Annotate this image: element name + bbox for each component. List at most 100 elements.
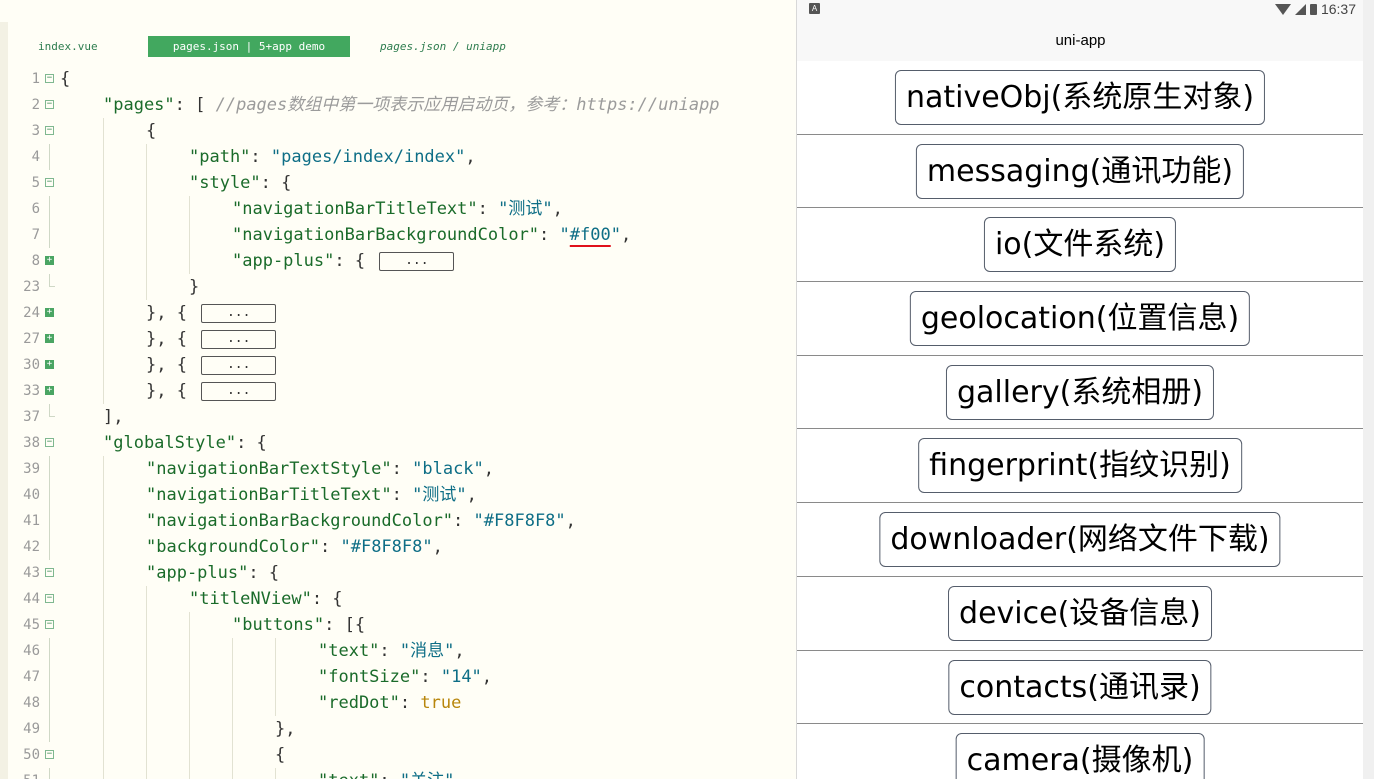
indent-guide bbox=[189, 664, 232, 690]
tab-index-vue[interactable]: index.vue bbox=[38, 36, 98, 57]
punctuation: : bbox=[399, 693, 421, 713]
collapse-icon[interactable]: − bbox=[45, 126, 54, 135]
api-button[interactable]: camera(摄像机) bbox=[955, 733, 1205, 779]
line-number: 5 bbox=[31, 175, 40, 191]
indent-guide bbox=[60, 352, 103, 378]
expand-icon[interactable]: + bbox=[45, 334, 54, 343]
code-text: "app-plus": { ... bbox=[60, 248, 455, 274]
indent-guide bbox=[189, 196, 232, 222]
indent-guide bbox=[60, 378, 103, 404]
code-line[interactable]: 44− "titleNView": { bbox=[8, 586, 796, 612]
punctuation: : { bbox=[260, 173, 292, 193]
code-area[interactable]: 1−{2− "pages": [ //pages数组中第一项表示应用启动页，参考：… bbox=[8, 66, 796, 779]
indent-guide bbox=[103, 508, 146, 534]
code-line[interactable]: 33 +}, { ... bbox=[8, 378, 796, 404]
code-line[interactable]: 5− "style": { bbox=[8, 170, 796, 196]
editor-left-edge bbox=[0, 22, 8, 779]
line-number: 4 bbox=[31, 149, 40, 165]
collapse-icon[interactable]: − bbox=[45, 594, 54, 603]
code-line[interactable]: 7 "navigationBarBackgroundColor": "#f00", bbox=[8, 222, 796, 248]
api-button[interactable]: gallery(系统相册) bbox=[945, 364, 1215, 420]
indent-guide bbox=[60, 560, 103, 586]
code-line[interactable]: 49}, bbox=[8, 716, 796, 742]
indent-guide bbox=[60, 508, 103, 534]
collapse-icon[interactable]: − bbox=[45, 100, 54, 109]
code-line[interactable]: 4 "path": "pages/index/index", bbox=[8, 144, 796, 170]
indent-guide bbox=[232, 716, 275, 742]
code-text: "navigationBarBackgroundColor": "#F8F8F8… bbox=[60, 508, 576, 534]
punctuation: : [{ bbox=[324, 615, 366, 635]
api-button[interactable]: io(文件系统) bbox=[983, 217, 1177, 273]
code-editor[interactable]: index.vue pages.json | 5+app demo pages.… bbox=[0, 0, 796, 779]
json-key: "redDot" bbox=[318, 693, 400, 713]
code-text: }, { ... bbox=[60, 378, 277, 404]
punctuation: : bbox=[420, 667, 441, 687]
indent-guide bbox=[103, 378, 146, 404]
api-button[interactable]: fingerprint(指纹识别) bbox=[918, 438, 1242, 494]
punctuation: , bbox=[454, 641, 465, 661]
expand-icon[interactable]: + bbox=[45, 308, 54, 317]
json-string: "#F8F8F8" bbox=[340, 537, 433, 557]
punctuation: : { bbox=[248, 563, 280, 583]
collapsed-block[interactable]: ... bbox=[201, 329, 277, 349]
expand-icon[interactable]: + bbox=[45, 386, 54, 395]
code-line[interactable]: 45− "buttons": [{ bbox=[8, 612, 796, 638]
api-button[interactable]: downloader(网络文件下载) bbox=[879, 512, 1281, 568]
collapse-icon[interactable]: − bbox=[45, 178, 54, 187]
line-number: 37 bbox=[23, 409, 40, 425]
code-line[interactable]: 2− "pages": [ //pages数组中第一项表示应用启动页，参考：htt… bbox=[8, 92, 796, 118]
tab-pages-json-active[interactable]: pages.json | 5+app demo bbox=[148, 36, 350, 57]
indent-guide bbox=[146, 638, 189, 664]
api-button[interactable]: nativeObj(系统原生对象) bbox=[894, 70, 1266, 125]
indent-guide bbox=[146, 690, 189, 716]
code-line[interactable]: 41 "navigationBarBackgroundColor": "#F8F8… bbox=[8, 508, 796, 534]
code-line[interactable]: 51 "text": "关注" bbox=[8, 768, 796, 779]
indent-guide bbox=[60, 482, 103, 508]
collapsed-block[interactable]: ... bbox=[201, 355, 277, 375]
code-line[interactable]: 38− "globalStyle": { bbox=[8, 430, 796, 456]
code-line[interactable]: 39 "navigationBarTextStyle": "black", bbox=[8, 456, 796, 482]
code-line[interactable]: 6 "navigationBarTitleText": "测试", bbox=[8, 196, 796, 222]
code-line[interactable]: 30 +}, { ... bbox=[8, 352, 796, 378]
fold-guide bbox=[49, 664, 50, 690]
json-key: "style" bbox=[189, 173, 261, 193]
expand-icon[interactable]: + bbox=[45, 360, 54, 369]
code-line[interactable]: 47 "fontSize": "14", bbox=[8, 664, 796, 690]
api-button[interactable]: device(设备信息) bbox=[948, 585, 1212, 641]
code-line[interactable]: 1−{ bbox=[8, 66, 796, 92]
collapsed-block[interactable]: ... bbox=[201, 303, 277, 323]
collapse-icon[interactable]: − bbox=[45, 750, 54, 759]
code-line[interactable]: 37], bbox=[8, 404, 796, 430]
indent-guide bbox=[103, 144, 146, 170]
collapsed-block[interactable]: ... bbox=[201, 381, 277, 401]
indent-guide bbox=[275, 768, 318, 779]
json-string: "关注" bbox=[400, 771, 454, 779]
collapse-icon[interactable]: − bbox=[45, 74, 54, 83]
collapse-icon[interactable]: − bbox=[45, 568, 54, 577]
json-key: "navigationBarBackgroundColor" bbox=[232, 225, 540, 245]
collapse-icon[interactable]: − bbox=[45, 620, 54, 629]
api-button[interactable]: contacts(通讯录) bbox=[948, 659, 1212, 715]
collapsed-block[interactable]: ... bbox=[379, 251, 455, 271]
code-line[interactable]: 50− { bbox=[8, 742, 796, 768]
code-line[interactable]: 27 +}, { ... bbox=[8, 326, 796, 352]
code-line[interactable]: 40 "navigationBarTitleText": "测试", bbox=[8, 482, 796, 508]
code-line[interactable]: 3− { bbox=[8, 118, 796, 144]
code-line[interactable]: 48 "redDot": true bbox=[8, 690, 796, 716]
line-number: 49 bbox=[23, 721, 40, 737]
indent-guide bbox=[146, 222, 189, 248]
indent-guide bbox=[60, 118, 103, 144]
code-line[interactable]: 46 "text": "消息", bbox=[8, 638, 796, 664]
code-line[interactable]: 8 + "app-plus": { ... bbox=[8, 248, 796, 274]
indent-guide bbox=[103, 664, 146, 690]
indent-guide bbox=[103, 196, 146, 222]
punctuation: ], bbox=[103, 407, 124, 427]
code-line[interactable]: 24 +}, { ... bbox=[8, 300, 796, 326]
code-line[interactable]: 43− "app-plus": { bbox=[8, 560, 796, 586]
code-line[interactable]: 42 "backgroundColor": "#F8F8F8", bbox=[8, 534, 796, 560]
api-button[interactable]: geolocation(位置信息) bbox=[909, 291, 1251, 347]
expand-icon[interactable]: + bbox=[45, 256, 54, 265]
api-button[interactable]: messaging(通讯功能) bbox=[915, 143, 1245, 199]
code-line[interactable]: 23} bbox=[8, 274, 796, 300]
collapse-icon[interactable]: − bbox=[45, 438, 54, 447]
